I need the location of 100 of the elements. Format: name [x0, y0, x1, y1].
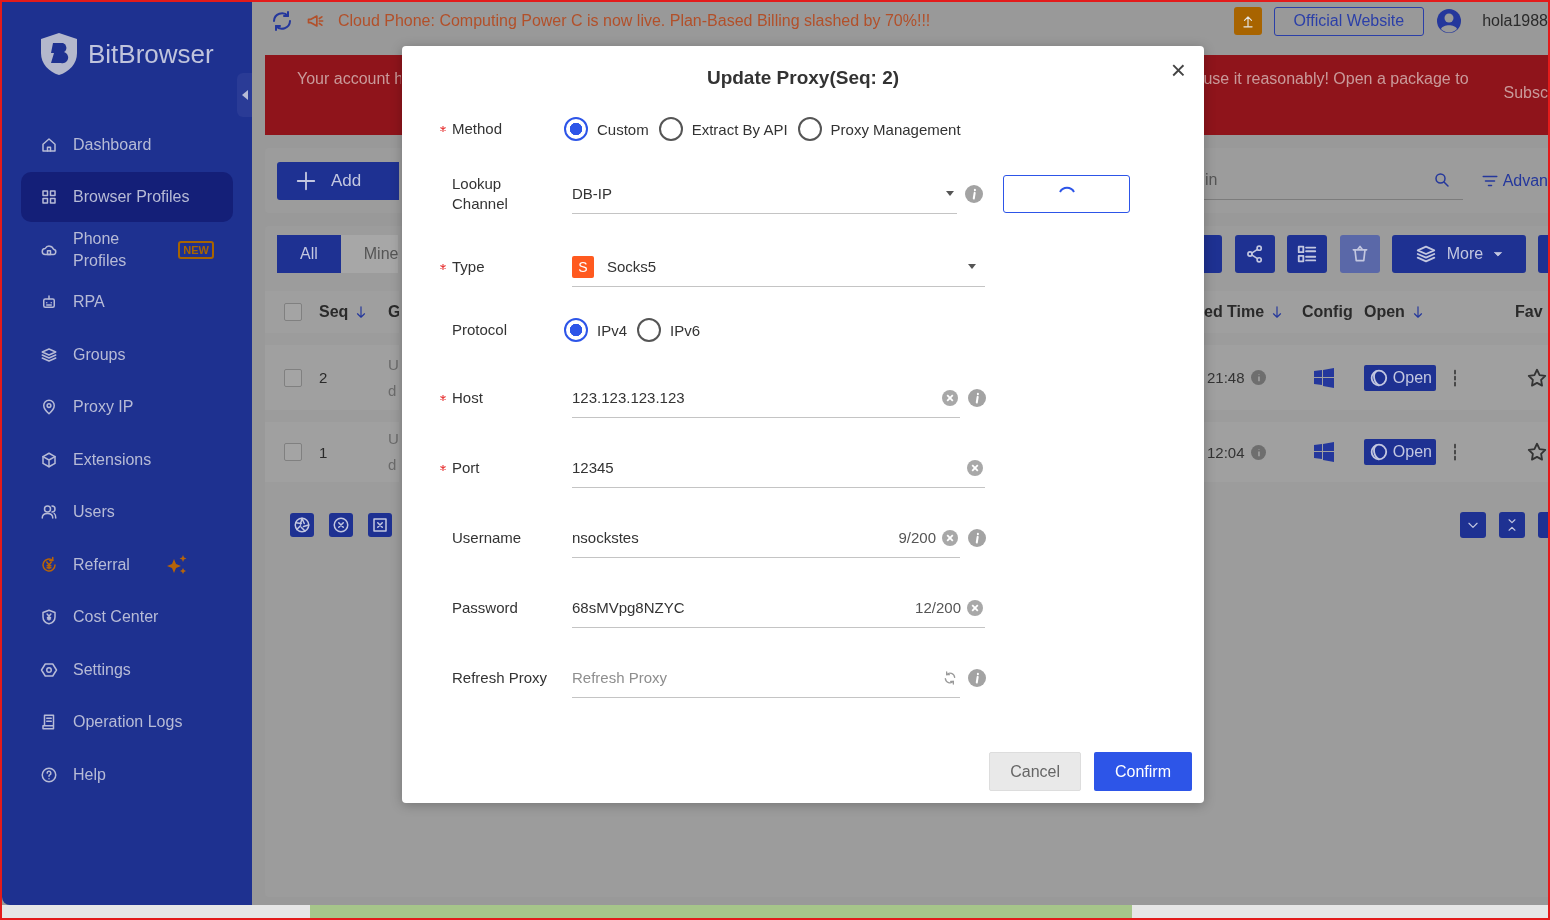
- info-icon[interactable]: [968, 529, 986, 547]
- table-cell: 12:04: [1207, 443, 1245, 461]
- text-field[interactable]: nsockstes 9/200: [572, 518, 960, 558]
- share-button[interactable]: [1235, 235, 1275, 273]
- expand-button[interactable]: [1460, 512, 1486, 538]
- column-header[interactable]: ed Time: [1204, 303, 1265, 321]
- field-label: Protocol: [452, 320, 509, 340]
- radio-button[interactable]: [658, 117, 683, 141]
- sidebar-item[interactable]: Cost Center: [21, 592, 233, 642]
- table-cell-text: 2: [319, 369, 329, 386]
- column-header[interactable]: Fav: [1515, 303, 1543, 321]
- refresh-icon: [270, 9, 294, 33]
- table-cell: 21:48: [1207, 369, 1245, 386]
- settings-icon: [40, 660, 58, 679]
- add-button[interactable]: Add: [277, 161, 399, 200]
- radio-button[interactable]: [564, 117, 588, 141]
- radio-label[interactable]: Proxy Management: [830, 120, 961, 138]
- text-field[interactable]: 12345: [572, 448, 985, 488]
- filter-tab[interactable]: All: [277, 235, 341, 273]
- yen-cycle-icon: [40, 555, 58, 574]
- radio-label[interactable]: IPv4: [597, 321, 627, 339]
- upload-button[interactable]: [1233, 7, 1262, 35]
- clear-icon[interactable]: [967, 459, 983, 476]
- open-button[interactable]: Open: [1364, 439, 1436, 465]
- sidebar-item[interactable]: Referral: [21, 539, 233, 590]
- clear-icon[interactable]: [942, 389, 958, 406]
- list-view-button[interactable]: [1287, 235, 1327, 273]
- username[interactable]: hola1988: [1482, 12, 1548, 30]
- radio-button[interactable]: [797, 117, 822, 141]
- column-header[interactable]: Open: [1364, 303, 1405, 321]
- trash-button[interactable]: [1340, 235, 1380, 273]
- aperture-button[interactable]: [290, 513, 314, 537]
- home-icon: [40, 135, 58, 154]
- filter-tab[interactable]: Mine: [340, 235, 399, 273]
- info-icon[interactable]: [1250, 370, 1266, 385]
- field-label: Type: [452, 257, 486, 277]
- column-header[interactable]: Config: [1302, 303, 1353, 321]
- sidebar-item[interactable]: Groups: [21, 329, 233, 380]
- sidebar-item[interactable]: Extensions: [21, 434, 233, 485]
- layers-icon: [40, 345, 58, 364]
- radio-label[interactable]: Custom: [597, 120, 649, 138]
- square-x-button[interactable]: [368, 513, 392, 537]
- info-icon[interactable]: [968, 389, 986, 407]
- sidebar-item[interactable]: Settings: [21, 644, 233, 695]
- more-button[interactable]: More: [1392, 235, 1526, 273]
- sidebar-item[interactable]: Phone Profiles NEW: [21, 224, 233, 275]
- sidebar-item[interactable]: RPA: [21, 277, 233, 327]
- text-field[interactable]: 68sMVpg8NZYC 12/200: [572, 588, 985, 628]
- sidebar-item[interactable]: Users: [21, 487, 233, 537]
- check-button[interactable]: [1003, 175, 1130, 213]
- table-row[interactable]: 21:48 Open: [1204, 345, 1548, 410]
- close-button[interactable]: ×: [1166, 56, 1190, 84]
- dropdown-caret-icon[interactable]: [967, 263, 977, 270]
- info-icon[interactable]: [965, 185, 983, 203]
- close-all-button[interactable]: [329, 513, 353, 537]
- advanced-filter-link[interactable]: Advan: [1480, 171, 1548, 190]
- radio-label[interactable]: IPv6: [670, 321, 701, 339]
- row-checkbox[interactable]: [284, 443, 302, 461]
- sidebar-item[interactable]: Dashboard: [21, 119, 233, 170]
- collapse-button[interactable]: [1499, 512, 1525, 538]
- clear-icon[interactable]: [942, 529, 958, 546]
- select-all-checkbox[interactable]: [284, 303, 302, 321]
- open-button[interactable]: Open: [1364, 364, 1436, 391]
- column-header[interactable]: Seq: [319, 303, 349, 321]
- avatar-icon[interactable]: [1436, 8, 1463, 34]
- confirm-button[interactable]: Confirm: [1094, 752, 1192, 791]
- field-label: Lookup Channel: [452, 174, 509, 214]
- sidebar-item[interactable]: Proxy IP: [21, 382, 233, 432]
- search-icon: [1432, 171, 1451, 189]
- sidebar-item[interactable]: Operation Logs: [21, 697, 233, 747]
- collapse-tab[interactable]: [237, 73, 252, 117]
- robot-icon: [40, 293, 58, 311]
- sidebar-item[interactable]: Help: [21, 749, 233, 800]
- clear-icon[interactable]: [967, 599, 983, 616]
- row-checkbox[interactable]: [284, 368, 302, 387]
- subscribe-link[interactable]: Subsc: [1503, 70, 1548, 135]
- radio-button[interactable]: [564, 318, 588, 342]
- cancel-button[interactable]: Cancel: [989, 752, 1081, 791]
- radio-button[interactable]: [637, 318, 661, 342]
- text-field[interactable]: 123.123.123.123: [572, 378, 960, 418]
- table-row[interactable]: 12:04 Open: [1204, 422, 1548, 482]
- windows-icon: [1314, 442, 1334, 462]
- field-label: Refresh Proxy: [452, 668, 549, 688]
- dropdown-caret-icon[interactable]: [945, 190, 955, 197]
- sidebar-item[interactable]: Browser Profiles: [21, 172, 233, 222]
- logo-icon: [38, 31, 80, 77]
- users-icon: [40, 503, 58, 521]
- column-header[interactable]: G: [388, 303, 399, 321]
- help-icon: [40, 765, 58, 784]
- select-field[interactable]: DB-IP: [572, 174, 957, 214]
- field-label: Port: [452, 458, 481, 478]
- website-button[interactable]: Official Website: [1273, 6, 1425, 36]
- more-dots-icon: [1452, 443, 1458, 461]
- info-icon[interactable]: [1250, 444, 1266, 460]
- brand-name: BitBrowser: [88, 38, 214, 70]
- location-pin-icon: [40, 398, 58, 416]
- radio-label[interactable]: Extract By API: [691, 120, 788, 138]
- text-field[interactable]: Refresh Proxy: [572, 658, 960, 698]
- select-field[interactable]: S Socks5: [572, 247, 985, 287]
- info-icon[interactable]: [968, 669, 986, 687]
